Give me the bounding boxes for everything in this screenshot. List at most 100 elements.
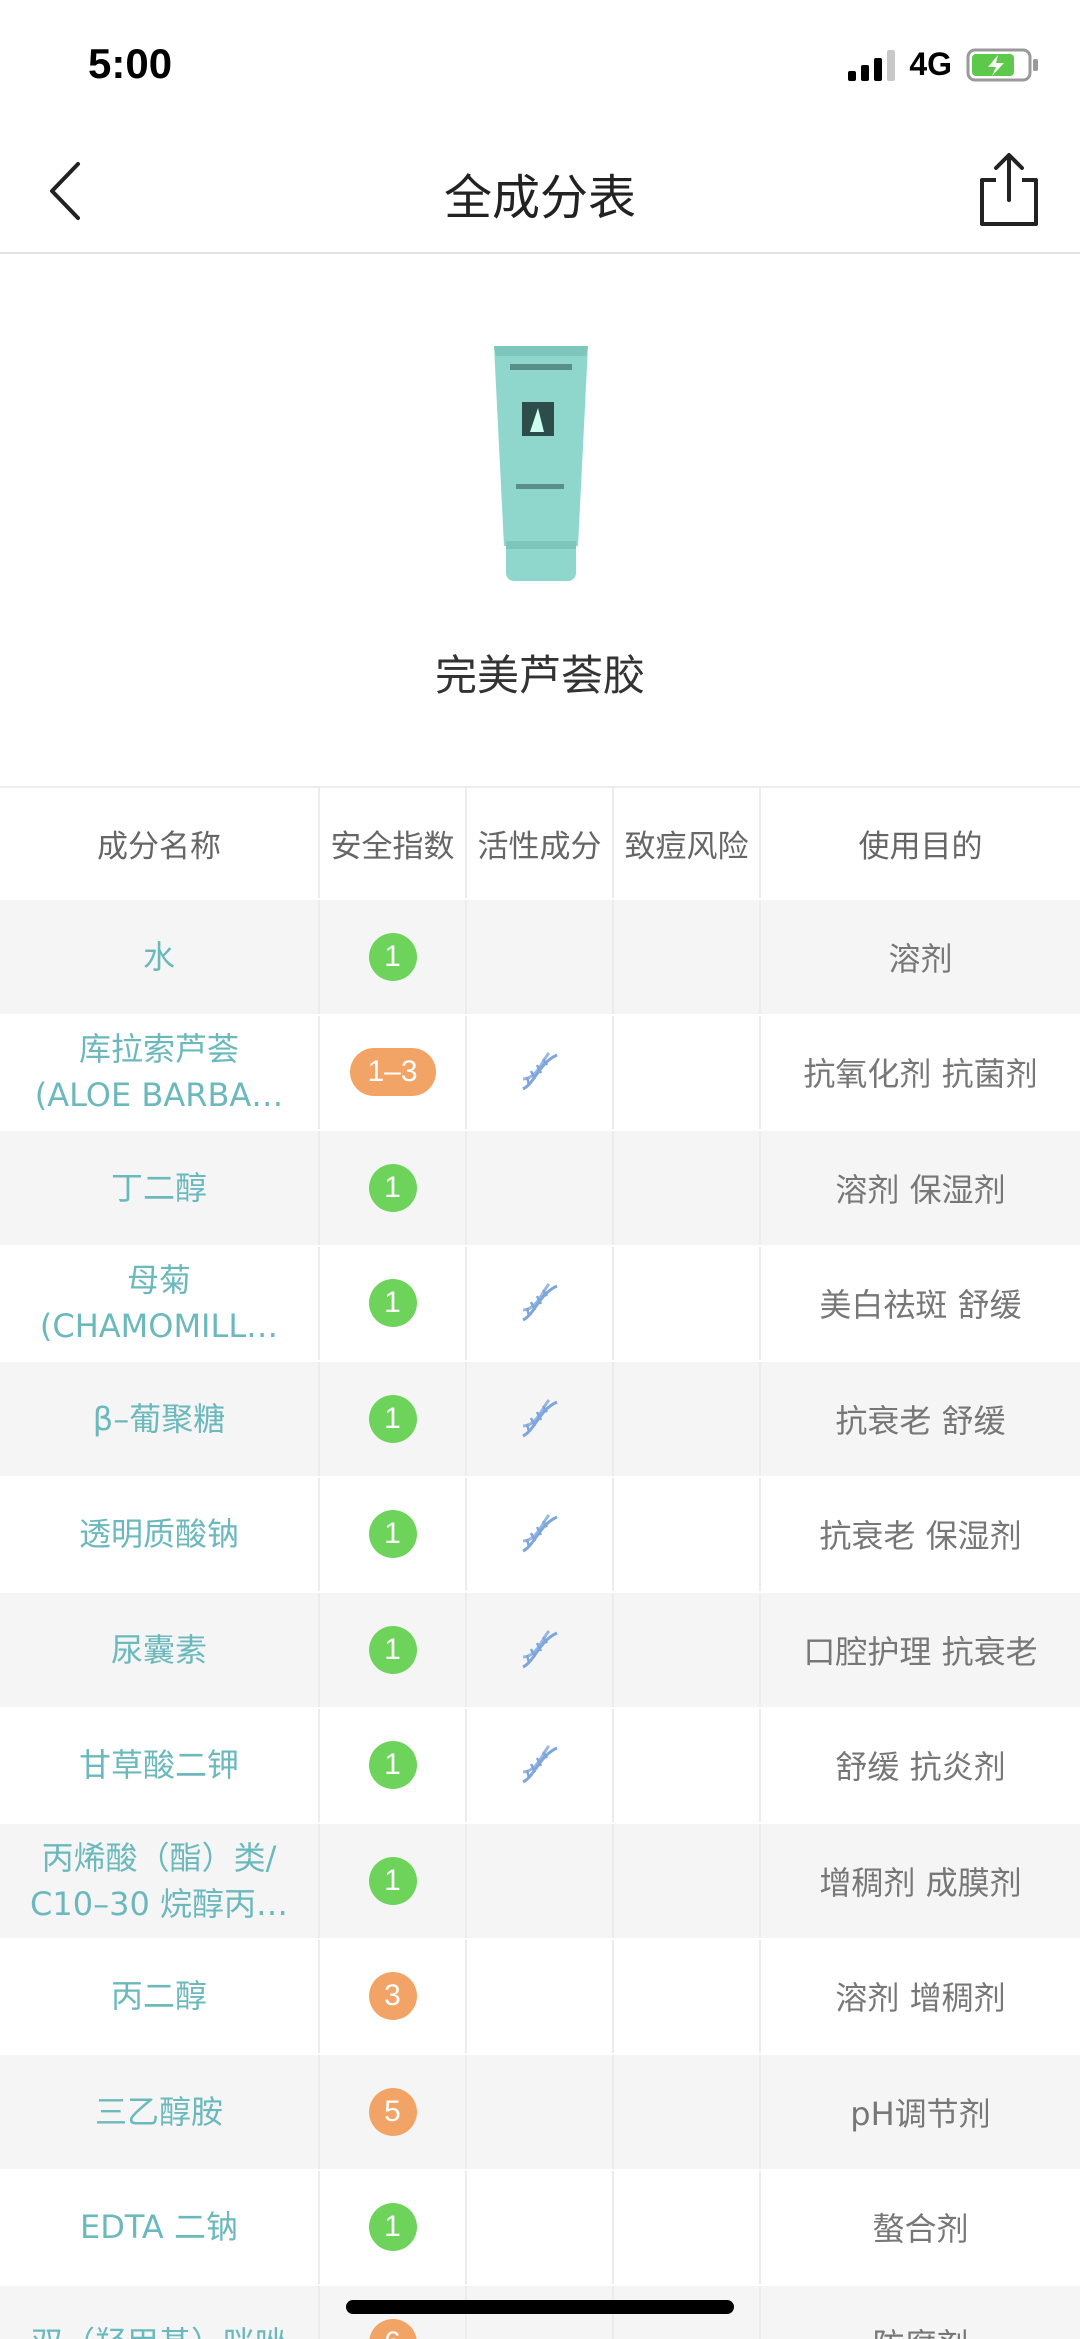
ingredient-name-cell[interactable]: 水 (0, 900, 320, 1014)
header-safety: 安全指数 (320, 788, 467, 898)
purpose-text: pH调节剂 (850, 2094, 991, 2133)
status-bar: 5:00 4G (0, 0, 1080, 130)
table-row[interactable]: 甘草酸二钾 1 舒缓 抗炎剂 (0, 1708, 1080, 1824)
header-acne-risk: 致痘风险 (614, 788, 761, 898)
purpose-cell: 螯合剂 (761, 2171, 1080, 2285)
ingredient-name-cell[interactable]: 丙二醇 (0, 1939, 320, 2053)
table-row[interactable]: 库拉索芦荟 (ALOE BARBA… 1–3 抗氧化剂 抗菌剂 (0, 1015, 1080, 1131)
active-cell (467, 2170, 614, 2284)
ingredient-name[interactable]: 三乙醇胺 (83, 2089, 235, 2135)
purpose-cell: 增稠剂 成膜剂 (761, 1824, 1080, 1938)
ingredient-name[interactable]: 双（羟甲基）咪唑 (19, 2320, 299, 2339)
ingredient-name-cell[interactable]: 透明质酸钠 (0, 1477, 320, 1591)
status-time: 5:00 (88, 40, 173, 87)
table-row[interactable]: β–葡聚糖 1 抗衰老 舒缓 (0, 1362, 1080, 1478)
table-row[interactable]: 丙二醇 3 溶剂 增稠剂 (0, 1939, 1080, 2055)
safety-cell: 1 (320, 1593, 467, 1707)
ingredient-name[interactable]: 母菊 (CHAMOMILL… (28, 1257, 290, 1349)
purpose-cell: 防腐剂 (761, 2286, 1080, 2339)
acne-risk-cell (614, 1939, 761, 2053)
ingredient-name-cell[interactable]: 库拉索芦荟 (ALOE BARBA… (0, 1015, 320, 1129)
safety-cell: 1 (320, 1246, 467, 1360)
table-row[interactable]: EDTA 二钠 1 螯合剂 (0, 2170, 1080, 2286)
dna-icon (521, 1745, 558, 1784)
ingredient-name-cell[interactable]: EDTA 二钠 (0, 2170, 320, 2284)
ingredient-name-cell[interactable]: 三乙醇胺 (0, 2055, 320, 2169)
active-cell (467, 2055, 614, 2169)
product-image (494, 346, 588, 581)
table-row[interactable]: 母菊 (CHAMOMILL… 1 美白祛斑 舒缓 (0, 1246, 1080, 1362)
product-name: 完美芦荟胶 (434, 651, 645, 700)
acne-risk-cell (614, 1015, 761, 1129)
safety-cell: 1 (320, 2170, 467, 2284)
share-icon[interactable] (972, 150, 1046, 230)
purpose-text: 溶剂 保湿剂 (835, 1170, 1006, 1209)
table-row[interactable]: 三乙醇胺 5 pH调节剂 (0, 2055, 1080, 2171)
dna-icon (521, 1514, 558, 1553)
ingredient-name[interactable]: 尿囊素 (99, 1627, 219, 1673)
purpose-text: 美白祛斑 舒缓 (819, 1286, 1022, 1325)
ingredient-name[interactable]: 丙烯酸（酯）类/ C10–30 烷醇丙… (18, 1835, 300, 1927)
active-cell (467, 1824, 614, 1938)
table-row[interactable]: 透明质酸钠 1 抗衰老 保湿剂 (0, 1477, 1080, 1593)
ingredient-name[interactable]: 透明质酸钠 (67, 1511, 251, 1557)
ingredient-table: 成分名称 安全指数 活性成分 致痘风险 使用目的 水 1 溶剂库拉索芦荟 (ALOE… (0, 786, 1080, 2339)
purpose-text: 抗衰老 保湿剂 (819, 1517, 1022, 1556)
safety-badge: 1 (368, 1510, 417, 1559)
safety-badge: 6 (368, 2318, 417, 2339)
acne-risk-cell (614, 1593, 761, 1707)
ingredient-name[interactable]: 丁二醇 (99, 1165, 219, 1211)
product-header: 完美芦荟胶 (0, 256, 1080, 786)
ingredient-name[interactable]: β–葡聚糖 (81, 1396, 237, 1442)
safety-cell: 1 (320, 1824, 467, 1938)
safety-badge: 1 (368, 2203, 417, 2252)
safety-badge: 5 (368, 2087, 417, 2136)
acne-risk-cell (614, 1246, 761, 1360)
safety-badge: 1–3 (349, 1048, 436, 1097)
active-cell (467, 1708, 614, 1822)
ingredient-name-cell[interactable]: 甘草酸二钾 (0, 1708, 320, 1822)
network-type: 4G (909, 46, 952, 82)
purpose-text: 舒缓 抗炎剂 (835, 1748, 1006, 1787)
table-body: 水 1 溶剂 库拉索芦荟 (ALOE BARBA… 1–3 抗氧化剂 抗菌剂 丁二醇 1 溶剂 … (0, 900, 1080, 2339)
ingredient-name-cell[interactable]: 双（羟甲基）咪唑 (0, 2286, 320, 2339)
table-row[interactable]: 水 1 溶剂 (0, 900, 1080, 1016)
purpose-cell: 溶剂 保湿剂 (761, 1131, 1080, 1245)
purpose-cell: 舒缓 抗炎剂 (761, 1709, 1080, 1823)
ingredient-name-cell[interactable]: 丙烯酸（酯）类/ C10–30 烷醇丙… (0, 1824, 320, 1938)
ingredient-name-cell[interactable]: β–葡聚糖 (0, 1362, 320, 1476)
ingredient-name[interactable]: 甘草酸二钾 (67, 1742, 251, 1788)
dna-icon (521, 1052, 558, 1091)
safety-badge: 3 (368, 1972, 417, 2021)
safety-cell: 3 (320, 1939, 467, 2053)
dna-icon (521, 1629, 558, 1669)
active-cell (467, 1593, 614, 1707)
home-indicator (346, 2300, 734, 2314)
safety-badge: 1 (368, 1163, 417, 1212)
ingredient-name-cell[interactable]: 丁二醇 (0, 1131, 320, 1245)
acne-risk-cell (614, 1708, 761, 1822)
table-row[interactable]: 丙烯酸（酯）类/ C10–30 烷醇丙… 1 增稠剂 成膜剂 (0, 1824, 1080, 1940)
purpose-cell: pH调节剂 (761, 2055, 1080, 2169)
purpose-text: 螯合剂 (872, 2210, 969, 2249)
ingredient-name[interactable]: EDTA 二钠 (68, 2204, 250, 2250)
table-header-row: 成分名称 安全指数 活性成分 致痘风险 使用目的 (0, 786, 1080, 900)
acne-risk-cell (614, 1477, 761, 1591)
purpose-cell: 口腔护理 抗衰老 (761, 1593, 1080, 1707)
ingredient-name-cell[interactable]: 母菊 (CHAMOMILL… (0, 1246, 320, 1360)
status-indicators: 4G (848, 46, 1040, 83)
acne-risk-cell (614, 2055, 761, 2169)
purpose-cell: 溶剂 增稠剂 (761, 1940, 1080, 2054)
page-title: 全成分表 (443, 170, 636, 226)
table-row[interactable]: 丁二醇 1 溶剂 保湿剂 (0, 1131, 1080, 1247)
active-cell (467, 1246, 614, 1360)
ingredient-name[interactable]: 库拉索芦荟 (ALOE BARBA… (23, 1026, 296, 1118)
ingredient-name-cell[interactable]: 尿囊素 (0, 1593, 320, 1707)
acne-risk-cell (614, 2170, 761, 2284)
ingredient-name[interactable]: 丙二醇 (99, 1973, 219, 2019)
active-cell (467, 1477, 614, 1591)
acne-risk-cell (614, 1362, 761, 1476)
safety-cell: 1 (320, 1131, 467, 1245)
ingredient-name[interactable]: 水 (131, 934, 187, 980)
table-row[interactable]: 尿囊素 1 口腔护理 抗衰老 (0, 1593, 1080, 1709)
